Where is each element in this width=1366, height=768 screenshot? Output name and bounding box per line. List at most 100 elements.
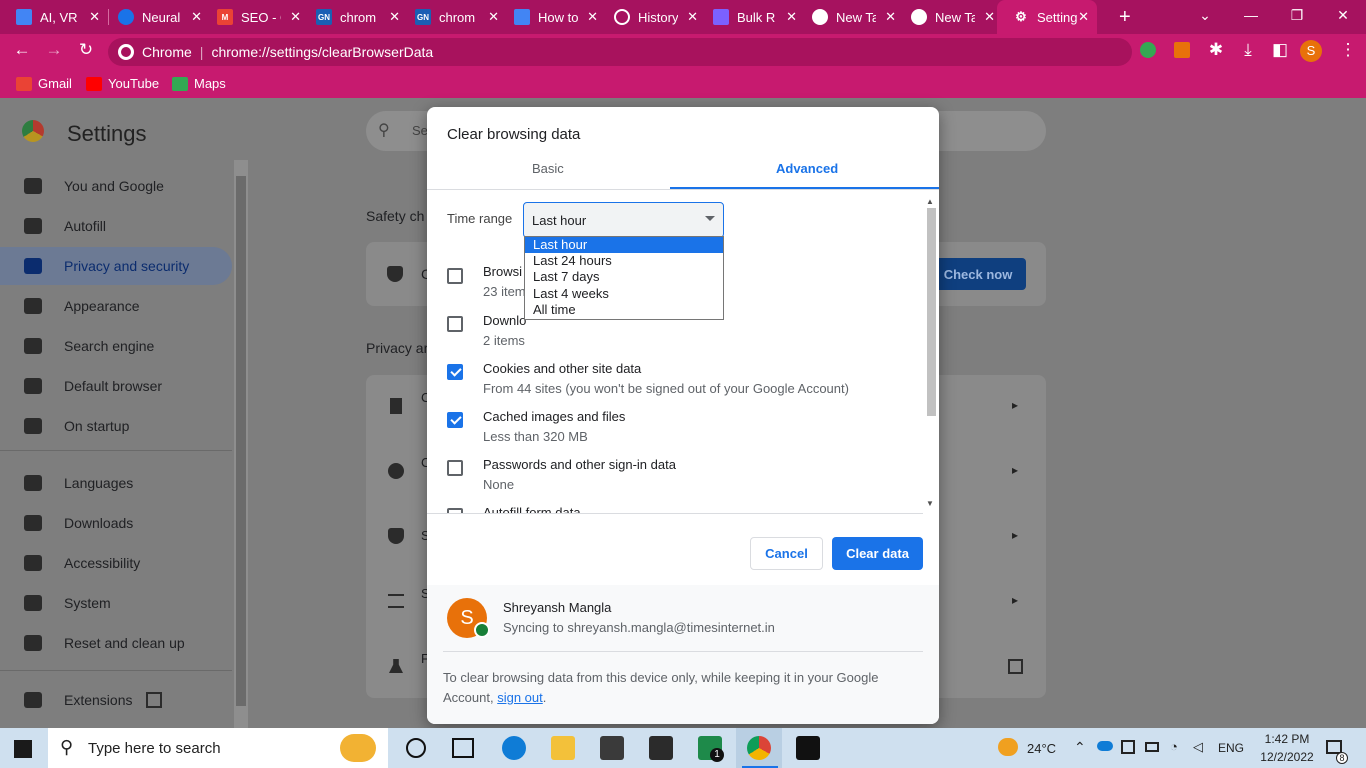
- reload-icon[interactable]: ↻: [74, 40, 98, 60]
- browser-tab[interactable]: MSEO - G✕: [201, 0, 309, 34]
- power-icon: [24, 418, 42, 434]
- windows-start-icon[interactable]: [14, 740, 32, 758]
- chevron-up-icon[interactable]: ⌃: [1074, 739, 1086, 756]
- external-link-icon[interactable]: [1008, 659, 1023, 674]
- tab-basic[interactable]: Basic: [532, 161, 564, 176]
- close-icon[interactable]: ✕: [89, 9, 100, 25]
- nav-languages[interactable]: Languages: [0, 464, 232, 502]
- clock-time[interactable]: 1:42 PM: [1261, 732, 1313, 746]
- back-icon[interactable]: ←: [10, 40, 34, 60]
- nav-downloads[interactable]: Downloads: [0, 504, 232, 542]
- nav-reset-and-clean-up[interactable]: Reset and clean up: [0, 624, 232, 662]
- wifi-icon[interactable]: ◔: [1170, 739, 1178, 754]
- bookmark-youtube[interactable]: YouTube: [86, 76, 159, 91]
- browser-tab-active[interactable]: ⚙ Setting ✕: [997, 0, 1097, 34]
- edge-icon[interactable]: [502, 736, 526, 760]
- restore-icon[interactable]: ❐: [1274, 0, 1320, 30]
- nav-default-browser[interactable]: Default browser: [0, 367, 232, 405]
- nav-accessibility[interactable]: Accessibility: [0, 544, 232, 582]
- task-view-icon[interactable]: [452, 738, 474, 758]
- weather-icon: [998, 738, 1018, 756]
- cancel-button[interactable]: Cancel: [750, 537, 823, 570]
- weather-temp[interactable]: 24°C: [1027, 741, 1056, 756]
- mail-icon[interactable]: [649, 736, 673, 760]
- battery-icon[interactable]: [1145, 742, 1159, 752]
- option-last-4-weeks[interactable]: Last 4 weeks: [525, 286, 723, 302]
- gn-icon: GN: [415, 9, 431, 25]
- clear-data-button[interactable]: Clear data: [832, 537, 923, 570]
- extension-icon[interactable]: [1140, 42, 1156, 58]
- nav-autofill[interactable]: Autofill: [0, 207, 232, 245]
- browser-tab[interactable]: GN chrom ✕: [300, 0, 408, 34]
- side-panel-icon[interactable]: ◧: [1268, 40, 1292, 60]
- language-indicator[interactable]: ENG: [1218, 741, 1244, 755]
- option-last-24-hours[interactable]: Last 24 hours: [525, 253, 723, 269]
- tab-advanced[interactable]: Advanced: [776, 161, 838, 176]
- option-last-7-days[interactable]: Last 7 days: [525, 269, 723, 285]
- bookmark-gmail[interactable]: Gmail: [16, 76, 72, 91]
- nav-search-engine[interactable]: Search engine: [0, 327, 232, 365]
- dialog-scroll-thumb[interactable]: [927, 208, 936, 416]
- new-tab-button[interactable]: +: [1103, 0, 1137, 34]
- file-explorer-icon[interactable]: [551, 736, 575, 760]
- browser-tab[interactable]: Bulk R ✕: [697, 0, 805, 34]
- close-icon[interactable]: ✕: [984, 9, 995, 25]
- extension-icon[interactable]: [1174, 42, 1190, 58]
- palette-icon: [24, 298, 42, 314]
- browser-tab[interactable]: New Ta ✕: [796, 0, 904, 34]
- chevron-right-icon[interactable]: ▸: [1012, 593, 1018, 607]
- browser-tab[interactable]: AI, VR ✕: [0, 0, 108, 34]
- nav-privacy-and-security[interactable]: Privacy and security: [0, 247, 232, 285]
- chevron-right-icon[interactable]: ▸: [1012, 463, 1018, 477]
- download-icon[interactable]: ⤓: [1236, 40, 1260, 60]
- onedrive-icon[interactable]: [1097, 741, 1113, 751]
- nav-you-and-google[interactable]: You and Google: [0, 167, 232, 205]
- nav-extensions[interactable]: Extensions: [0, 681, 232, 719]
- settings-title: Settings: [67, 121, 147, 146]
- chrome-icon[interactable]: [747, 736, 771, 760]
- forward-icon[interactable]: →: [42, 40, 66, 60]
- check-now-button[interactable]: Check now: [930, 258, 1026, 290]
- browser-tab[interactable]: Neural ✕: [102, 0, 210, 34]
- volume-icon[interactable]: ◁: [1193, 739, 1203, 755]
- sidebar-scroll-thumb[interactable]: [236, 176, 246, 706]
- sign-out-link[interactable]: sign out: [497, 690, 543, 705]
- tab-search-icon[interactable]: ⌄: [1182, 0, 1228, 30]
- chevron-right-icon[interactable]: ▸: [1012, 398, 1018, 412]
- close-icon[interactable]: ✕: [1078, 9, 1089, 25]
- time-range-select[interactable]: Last hour: [523, 202, 724, 238]
- browser-tab[interactable]: GN chrom ✕: [399, 0, 507, 34]
- restore-icon: [24, 635, 42, 651]
- checkbox-checked[interactable]: [447, 364, 463, 380]
- close-icon[interactable]: ✕: [587, 9, 598, 25]
- taskbar-search-input[interactable]: Type here to search: [48, 728, 388, 768]
- minimize-icon[interactable]: —: [1228, 0, 1274, 30]
- address-bar[interactable]: Chrome | chrome://settings/clearBrowserD…: [108, 38, 1132, 66]
- nav-system[interactable]: System: [0, 584, 232, 622]
- nav-appearance[interactable]: Appearance: [0, 287, 232, 325]
- device-icon[interactable]: [1121, 740, 1135, 754]
- dialog-title: Clear browsing data: [447, 126, 581, 143]
- nav-on-startup[interactable]: On startup: [0, 407, 232, 445]
- cortana-icon[interactable]: [406, 738, 426, 758]
- checkbox[interactable]: [447, 268, 463, 284]
- menu-icon[interactable]: ⋮: [1336, 40, 1360, 60]
- browser-tab[interactable]: How to ✕: [498, 0, 606, 34]
- option-last-hour[interactable]: Last hour: [525, 237, 723, 253]
- checkbox[interactable]: [447, 460, 463, 476]
- profile-avatar[interactable]: S: [1300, 40, 1322, 62]
- scroll-down-icon[interactable]: ▼: [926, 499, 934, 508]
- option-all-time[interactable]: All time: [525, 302, 723, 318]
- photos-icon[interactable]: [796, 736, 820, 760]
- checkbox[interactable]: [447, 316, 463, 332]
- close-window-icon[interactable]: ✕: [1320, 0, 1366, 30]
- browser-tab[interactable]: New Ta ✕: [895, 0, 1003, 34]
- chevron-right-icon[interactable]: ▸: [1012, 528, 1018, 542]
- clock-date[interactable]: 12/2/2022: [1256, 750, 1318, 764]
- store-icon[interactable]: [600, 736, 624, 760]
- bookmark-maps[interactable]: Maps: [172, 76, 226, 91]
- puzzle-icon[interactable]: ✱: [1204, 40, 1228, 60]
- checkbox-checked[interactable]: [447, 412, 463, 428]
- scroll-up-icon[interactable]: ▲: [926, 197, 934, 206]
- browser-tab[interactable]: History ✕: [598, 0, 706, 34]
